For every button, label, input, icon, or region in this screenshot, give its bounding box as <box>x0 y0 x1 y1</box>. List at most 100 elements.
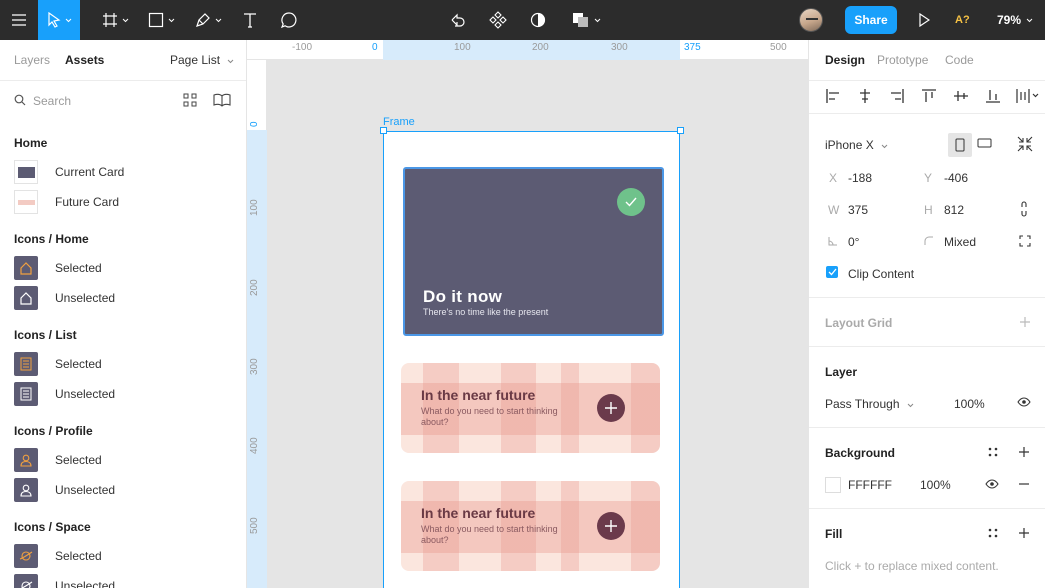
background-title: Background <box>825 446 896 460</box>
portrait-orientation-button[interactable] <box>948 133 972 157</box>
plus-icon[interactable] <box>597 394 625 422</box>
add-fill-icon[interactable] <box>1018 527 1030 539</box>
width-input[interactable]: 375 <box>848 203 868 217</box>
align-left-icon[interactable] <box>825 88 841 104</box>
tab-assets[interactable]: Assets <box>65 53 104 67</box>
asset-item[interactable]: Current Card <box>0 157 246 187</box>
text-tool-button[interactable] <box>238 0 262 40</box>
y-input[interactable]: -406 <box>944 171 968 185</box>
eye-icon[interactable] <box>985 479 999 489</box>
asset-search[interactable]: Search <box>0 80 246 120</box>
right-panel: Design Prototype Code iPhone X X -188 Y … <box>808 40 1045 588</box>
grid-view-icon[interactable] <box>183 93 197 107</box>
comment-tool-button[interactable] <box>276 0 302 40</box>
frame-tool-button[interactable] <box>98 0 132 40</box>
frame-label[interactable]: Frame <box>383 116 415 128</box>
future-card-thumbnail <box>14 190 38 214</box>
ruler-tick: 200 <box>532 42 549 53</box>
align-vertical-center-icon[interactable] <box>953 88 969 104</box>
cursor-icon <box>47 12 60 28</box>
distribute-icon[interactable] <box>1015 88 1039 104</box>
add-layout-grid-icon[interactable] <box>1019 316 1031 328</box>
asset-item[interactable]: Future Card <box>0 187 246 217</box>
future-card[interactable]: In the near future What do you need to s… <box>401 363 660 453</box>
device-preset-dropdown[interactable]: iPhone X <box>825 138 888 152</box>
corner-radius-input[interactable]: Mixed <box>944 235 976 249</box>
tab-prototype[interactable]: Prototype <box>877 53 928 67</box>
blend-mode-dropdown[interactable]: Pass Through <box>825 397 914 411</box>
asset-item[interactable]: Unselected <box>0 283 246 313</box>
pen-tool-button[interactable] <box>190 0 226 40</box>
asset-label: Unselected <box>55 387 116 401</box>
remove-background-icon[interactable] <box>1018 483 1030 485</box>
resize-handle-top-left[interactable] <box>380 127 387 134</box>
contrast-icon <box>530 12 546 28</box>
height-input[interactable]: 812 <box>944 203 964 217</box>
align-top-icon[interactable] <box>921 88 937 104</box>
eye-icon[interactable] <box>1017 397 1031 407</box>
asset-item[interactable]: Unselected <box>0 475 246 505</box>
divider <box>809 508 1045 509</box>
asset-item[interactable]: Selected <box>0 253 246 283</box>
chevron-down-icon <box>1026 18 1033 22</box>
background-color-swatch[interactable] <box>825 477 841 493</box>
user-avatar[interactable] <box>799 8 823 32</box>
asset-item[interactable]: Unselected <box>0 571 246 588</box>
landscape-icon[interactable] <box>977 137 993 149</box>
search-input[interactable]: Search <box>33 94 71 108</box>
tab-design[interactable]: Design <box>825 53 865 67</box>
move-tool-button[interactable] <box>38 0 80 40</box>
main-menu-button[interactable] <box>0 0 38 40</box>
divider <box>809 427 1045 428</box>
add-background-icon[interactable] <box>1018 446 1030 458</box>
mask-button[interactable] <box>526 0 550 40</box>
layer-opacity-input[interactable]: 100% <box>954 397 985 411</box>
asset-item[interactable]: Selected <box>0 445 246 475</box>
ruler-tick: 300 <box>249 358 260 375</box>
boolean-ops-button[interactable] <box>568 0 604 40</box>
check-icon[interactable] <box>617 188 645 216</box>
accessibility-check[interactable]: A? <box>955 0 970 40</box>
w-label: W <box>828 203 840 217</box>
align-right-icon[interactable] <box>889 88 905 104</box>
align-horizontal-center-icon[interactable] <box>857 88 873 104</box>
styles-grid-icon[interactable] <box>987 446 999 458</box>
future-card[interactable]: In the near future What do you need to s… <box>401 481 660 571</box>
canvas[interactable]: Frame Do it now There's no time like the… <box>268 61 808 588</box>
styles-grid-icon[interactable] <box>987 527 999 539</box>
resize-handle-top-right[interactable] <box>677 127 684 134</box>
ruler-tick: 375 <box>684 42 701 53</box>
h-label: H <box>924 203 933 217</box>
share-button[interactable]: Share <box>845 6 897 34</box>
asset-item[interactable]: Unselected <box>0 379 246 409</box>
background-opacity-input[interactable]: 100% <box>920 478 951 492</box>
page-list-dropdown[interactable]: Page List <box>170 53 234 67</box>
component-button[interactable] <box>486 0 510 40</box>
x-input[interactable]: -188 <box>848 171 872 185</box>
asset-item[interactable]: Selected <box>0 349 246 379</box>
x-label: X <box>829 171 838 185</box>
independent-corners-icon[interactable] <box>1019 235 1031 247</box>
present-button[interactable] <box>913 0 935 40</box>
asset-item[interactable]: Selected <box>0 541 246 571</box>
align-bottom-icon[interactable] <box>985 88 1001 104</box>
chevron-down-icon <box>594 18 600 22</box>
tab-code[interactable]: Code <box>945 53 974 67</box>
zoom-level[interactable]: 79% <box>997 0 1033 40</box>
chevron-down-icon <box>122 18 128 22</box>
library-book-icon[interactable] <box>213 93 231 107</box>
resize-to-fit-icon[interactable] <box>1017 136 1033 152</box>
rotation-input[interactable]: 0° <box>848 235 859 249</box>
clip-content-checkbox[interactable] <box>826 266 838 278</box>
shape-tool-button[interactable] <box>144 0 178 40</box>
tab-layers[interactable]: Layers <box>14 53 50 67</box>
background-hex-input[interactable]: FFFFFF <box>848 478 892 492</box>
constrain-proportions-icon[interactable] <box>1019 201 1029 217</box>
card-subtitle: What do you need to start thinking about… <box>421 524 558 545</box>
current-card[interactable]: Do it now There's no time like the prese… <box>403 167 664 336</box>
ruler-tick: 0 <box>372 42 378 53</box>
space-unselected-icon <box>14 574 38 588</box>
ruler-tick: 100 <box>454 42 471 53</box>
plus-icon[interactable] <box>597 512 625 540</box>
create-component-button[interactable] <box>446 0 470 40</box>
